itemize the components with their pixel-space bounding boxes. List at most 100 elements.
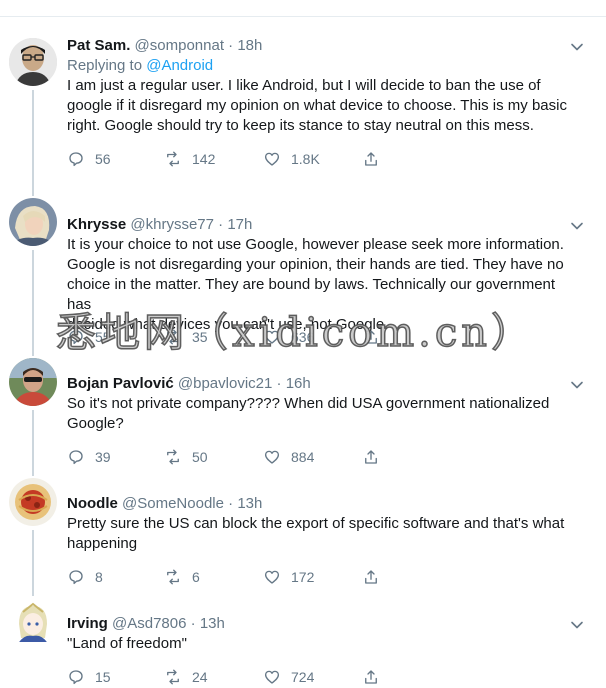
reply-icon (69, 330, 83, 345)
heart-icon (264, 152, 280, 166)
replying-to-label: Replying to (67, 57, 147, 74)
replying-to-mention[interactable]: @Android (146, 57, 213, 74)
retweet-count: 6 (192, 569, 200, 585)
avatar[interactable] (9, 198, 57, 246)
retweet-icon (167, 669, 179, 685)
avatar-photo-icon (9, 198, 57, 246)
retweet-button[interactable]: 6 (164, 566, 200, 588)
separator-dot: · (228, 37, 234, 54)
thread-line (32, 250, 34, 356)
timestamp[interactable]: 16h (286, 375, 311, 392)
share-button[interactable] (362, 446, 380, 468)
tweet-irving[interactable]: Irving @Asd7806 · 13h "Land of freedom" … (0, 592, 606, 685)
retweet-count: 35 (192, 329, 208, 345)
like-button[interactable]: 884 (263, 446, 314, 468)
chevron-down-icon[interactable] (570, 40, 584, 54)
like-button[interactable]: 1.8K (263, 148, 320, 170)
separator-dot: · (228, 495, 234, 512)
share-button[interactable] (362, 566, 380, 588)
like-button[interactable]: 724 (263, 666, 314, 688)
tweet-text-line: right. Google should try to keep its sta… (67, 117, 534, 134)
like-button[interactable]: 636 (263, 326, 314, 348)
username[interactable]: @khrysse77 (130, 216, 214, 233)
share-button[interactable] (362, 326, 380, 348)
retweet-button[interactable]: 142 (164, 148, 215, 170)
tweet-header: Irving @Asd7806 · 13h (67, 614, 582, 634)
chevron-down-icon[interactable] (570, 219, 584, 233)
share-button[interactable] (362, 148, 380, 170)
tweet-actions: 39 50 884 (67, 446, 397, 468)
tweet-pat-sam[interactable]: Pat Sam. @somponnat · 18h Replying to @A… (0, 17, 606, 196)
display-name[interactable]: Bojan Pavlović (67, 375, 174, 392)
tweet-text: Pretty sure the US can block the export … (67, 514, 582, 554)
share-icon (365, 450, 377, 464)
retweet-count: 24 (192, 669, 208, 685)
retweet-count: 142 (192, 151, 216, 167)
reply-button[interactable]: 56 (67, 148, 111, 170)
retweet-button[interactable]: 24 (164, 666, 208, 688)
tweet-text-line: "Land of freedom" (67, 635, 187, 652)
avatar[interactable] (9, 38, 57, 86)
thread-line (32, 530, 34, 596)
like-count: 172 (291, 569, 315, 585)
separator-dot: · (218, 216, 224, 233)
heart-icon (264, 570, 280, 584)
retweet-button[interactable]: 35 (164, 326, 208, 348)
tweet-noodle[interactable]: Noodle @SomeNoodle · 13h Pretty sure the… (0, 472, 606, 596)
timestamp[interactable]: 13h (200, 615, 225, 632)
reply-button[interactable]: 8 (67, 566, 103, 588)
avatar[interactable] (9, 478, 57, 526)
tweet-header: Noodle @SomeNoodle · 13h (67, 494, 582, 514)
retweet-button[interactable]: 50 (164, 446, 208, 468)
reply-count: 39 (95, 449, 111, 465)
tweet-khrysse[interactable]: Khrysse @khrysse77 · 17h It is your choi… (0, 192, 606, 356)
avatar-photo-icon (9, 358, 57, 406)
display-name[interactable]: Khrysse (67, 216, 126, 233)
username[interactable]: @Asd7806 (112, 615, 186, 632)
tweet-text-line: Pretty sure the US can block the export … (67, 515, 565, 532)
display-name[interactable]: Pat Sam. (67, 37, 130, 54)
tweet-actions: 15 24 724 (67, 666, 397, 688)
username[interactable]: @SomeNoodle (122, 495, 224, 512)
reply-button[interactable]: 15 (67, 666, 111, 688)
share-icon (365, 152, 377, 166)
avatar[interactable] (9, 598, 57, 646)
reply-button[interactable]: 39 (67, 446, 111, 468)
like-button[interactable]: 172 (263, 566, 314, 588)
reply-button[interactable]: 55 (67, 326, 111, 348)
retweet-icon (167, 449, 179, 465)
reply-count: 15 (95, 669, 111, 685)
username[interactable]: @somponnat (135, 37, 224, 54)
reply-icon (69, 450, 83, 465)
like-count: 724 (291, 669, 315, 685)
share-icon (365, 570, 377, 584)
tweet-bojan-pavlovic[interactable]: Bojan Pavlović @bpavlovic21 · 16h So it'… (0, 352, 606, 476)
like-count: 1.8K (291, 151, 320, 167)
timestamp[interactable]: 17h (227, 216, 252, 233)
retweet-icon (167, 151, 179, 167)
share-icon (365, 670, 377, 684)
tweet-header: Bojan Pavlović @bpavlovic21 · 16h (67, 374, 582, 394)
tweet-text: "Land of freedom" (67, 634, 582, 654)
tweet-actions: 8 6 172 (67, 566, 397, 588)
thread-line (32, 90, 34, 196)
tweet-text-line: Google is not disregarding your opinion,… (67, 256, 564, 273)
tweet-text-line: choice in the matter. They are bound by … (67, 276, 556, 313)
username[interactable]: @bpavlovic21 (178, 375, 272, 392)
thread-line (32, 410, 34, 476)
avatar-photo-icon (9, 478, 57, 526)
timestamp[interactable]: 13h (237, 495, 262, 512)
chevron-down-icon[interactable] (570, 618, 584, 632)
heart-icon (264, 670, 280, 684)
timestamp[interactable]: 18h (237, 37, 262, 54)
reply-count: 55 (95, 329, 111, 345)
share-button[interactable] (362, 666, 380, 688)
chevron-down-icon[interactable] (570, 378, 584, 392)
retweet-icon (167, 569, 179, 585)
display-name[interactable]: Irving (67, 615, 108, 632)
heart-icon (264, 330, 280, 344)
avatar-photo-icon (9, 38, 57, 86)
avatar[interactable] (9, 358, 57, 406)
display-name[interactable]: Noodle (67, 495, 118, 512)
reply-count: 56 (95, 151, 111, 167)
